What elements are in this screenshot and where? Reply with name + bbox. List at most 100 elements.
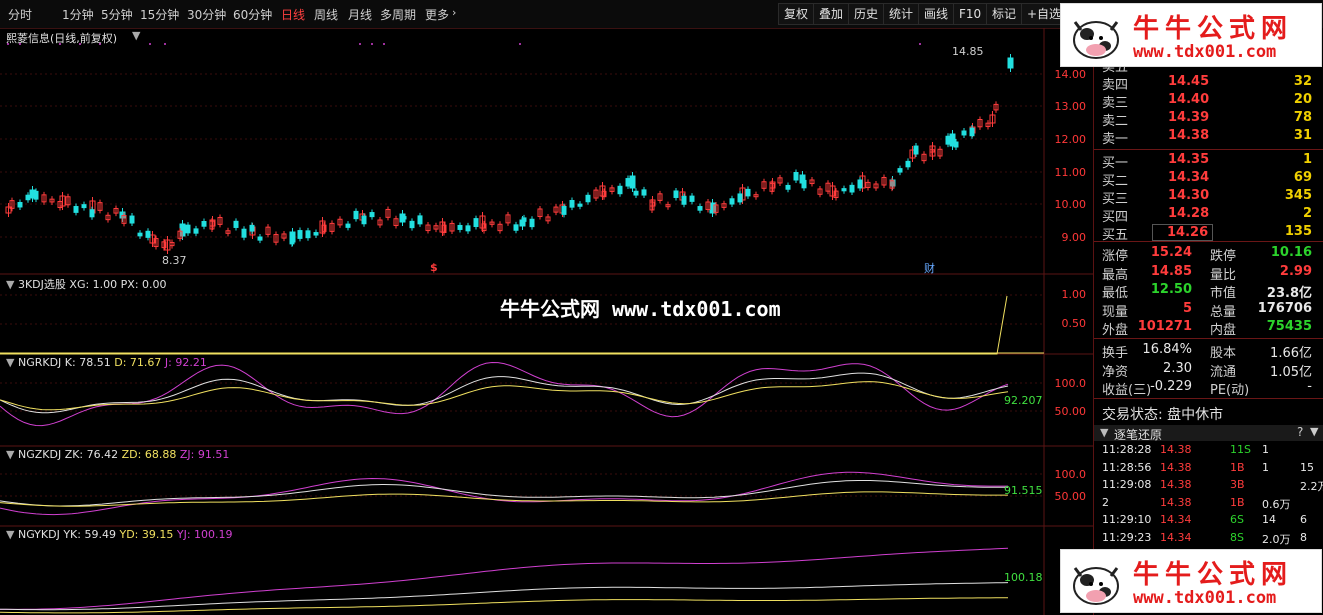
period-weekly[interactable]: 周线 bbox=[314, 6, 338, 23]
chevron-down-icon[interactable]: ▼ bbox=[6, 448, 14, 461]
bid-row[interactable]: 买四 14.28 2 bbox=[1102, 206, 1312, 225]
panel-ngykdj-title[interactable]: ▼ NGYKDJ YK: 59.49 YD: 39.15 YJ: 100.19 bbox=[6, 528, 233, 541]
bid-volume: 1 bbox=[1302, 152, 1312, 167]
period-multi[interactable]: 多周期 bbox=[380, 6, 416, 23]
ask-row[interactable]: 卖三 14.40 20 bbox=[1102, 92, 1312, 111]
panel2-current-value: 92.207 bbox=[1004, 394, 1043, 407]
ticks-header[interactable]: ▼ 逐笔还原 ? ▼ bbox=[1094, 425, 1323, 442]
candle-body bbox=[129, 215, 135, 224]
quote-value: 15.24 bbox=[1150, 245, 1192, 260]
finance-marker[interactable]: 财 bbox=[924, 260, 935, 276]
period-monthly[interactable]: 月线 bbox=[348, 6, 372, 23]
quote-label: 跌停 bbox=[1210, 249, 1237, 264]
candle-body bbox=[897, 168, 903, 173]
tick-row[interactable]: 11:28:28 14.38 11S 1 bbox=[1102, 443, 1323, 461]
finance-row: 收益(三) -0.229 PE(动) - bbox=[1102, 379, 1312, 398]
period-15min[interactable]: 15分钟 bbox=[140, 6, 179, 23]
candle-body bbox=[193, 228, 199, 234]
finance-value: 1.05亿 bbox=[1270, 364, 1312, 380]
mark-button[interactable]: 标记 bbox=[986, 3, 1023, 25]
panel-3kdj-title[interactable]: ▼ 3KDJ选股 XG: 1.00 PX: 0.00 bbox=[6, 276, 167, 292]
quote-row: 涨停 15.24 跌停 10.16 bbox=[1102, 245, 1312, 264]
panel-ngrkdj-title[interactable]: ▼ NGRKDJ K: 78.51 D: 71.67 J: 92.21 bbox=[6, 356, 207, 369]
event-dot bbox=[149, 43, 151, 45]
finance-label: PE(动) bbox=[1210, 383, 1250, 398]
tick-row[interactable]: 11:28:56 14.38 1B 1 15 bbox=[1102, 461, 1323, 479]
period-60min[interactable]: 60分钟 bbox=[233, 6, 272, 23]
yd-line bbox=[0, 597, 1009, 614]
dividend-marker[interactable]: $ bbox=[430, 261, 438, 274]
candle-body bbox=[17, 201, 23, 208]
candle-body bbox=[857, 179, 863, 189]
bid-label: 买一 bbox=[1102, 156, 1129, 171]
bid-row[interactable]: 买三 14.30 345 bbox=[1102, 188, 1312, 207]
ask-row[interactable]: 卖四 14.45 32 bbox=[1102, 74, 1312, 93]
chevron-down-icon[interactable]: ▼ bbox=[132, 29, 140, 42]
ask-price: 14.45 bbox=[1168, 74, 1210, 89]
candle-body bbox=[289, 238, 295, 245]
tick-row[interactable]: 11:29:23 14.34 8S 2.0万 8 bbox=[1102, 531, 1323, 549]
period-intraday[interactable]: 分时 bbox=[8, 6, 32, 23]
f10-button[interactable]: F10 bbox=[953, 3, 988, 25]
bid-row[interactable]: 买一 14.35 1 bbox=[1102, 152, 1312, 171]
candle-body bbox=[697, 206, 703, 211]
quote-label: 外盘 bbox=[1102, 323, 1129, 338]
candle-body bbox=[969, 127, 975, 137]
tick-price: 14.38 bbox=[1160, 460, 1192, 474]
candle-body bbox=[629, 175, 636, 189]
history-button[interactable]: 历史 bbox=[848, 3, 885, 25]
chevron-right-icon[interactable]: › bbox=[452, 6, 456, 19]
ask-volume: 20 bbox=[1293, 92, 1312, 107]
overlay-button[interactable]: 叠加 bbox=[813, 3, 850, 25]
period-1min[interactable]: 1分钟 bbox=[62, 6, 94, 23]
ask-row[interactable]: 卖二 14.39 78 bbox=[1102, 110, 1312, 129]
chevron-down-icon[interactable]: ▼ bbox=[6, 278, 14, 291]
stock-title[interactable]: 熙菱信息(日线,前复权) bbox=[6, 30, 117, 46]
candle-body bbox=[737, 193, 743, 203]
zj-line bbox=[0, 471, 1008, 516]
ask-row[interactable]: 卖一 14.38 31 bbox=[1102, 128, 1312, 147]
pin-icon[interactable]: ▼ bbox=[1310, 425, 1318, 438]
panel-ngzkdj-title[interactable]: ▼ NGZKDJ ZK: 76.42 ZD: 68.88 ZJ: 91.51 bbox=[6, 448, 229, 461]
period-daily[interactable]: 日线 bbox=[281, 6, 305, 23]
tick-time: 11:29:23 bbox=[1102, 530, 1152, 544]
price-tick: 14.00 bbox=[1054, 68, 1087, 81]
period-30min[interactable]: 30分钟 bbox=[187, 6, 226, 23]
tick-row[interactable]: 11:29:08 14.38 3B 2.2万 bbox=[1102, 478, 1323, 496]
finance-label: 股本 bbox=[1210, 346, 1237, 361]
candle-body bbox=[905, 160, 911, 168]
tick-row[interactable]: 2 14.38 1B 0.6万 bbox=[1102, 496, 1323, 514]
period-more[interactable]: 更多 bbox=[425, 6, 449, 23]
help-icon[interactable]: ? bbox=[1297, 425, 1303, 439]
candle-body bbox=[145, 230, 151, 238]
tick-count: 1 bbox=[1262, 443, 1269, 456]
chevron-down-icon[interactable]: ▼ bbox=[1100, 426, 1108, 439]
finance-row: 换手 16.84% 股本 1.66亿 bbox=[1102, 342, 1312, 361]
restore-rights-button[interactable]: 复权 bbox=[778, 3, 815, 25]
candle-body bbox=[689, 195, 695, 202]
candle-body bbox=[913, 145, 919, 155]
candle-body bbox=[577, 203, 583, 207]
tick-price: 14.34 bbox=[1160, 513, 1192, 526]
event-dot bbox=[919, 43, 921, 45]
stats-button[interactable]: 统计 bbox=[883, 3, 920, 25]
ask-label: 卖四 bbox=[1102, 78, 1129, 93]
tick-price: 14.34 bbox=[1160, 530, 1192, 544]
tick-count: 0.6万 bbox=[1262, 497, 1291, 511]
candle-body bbox=[961, 130, 967, 136]
tick-row[interactable]: 11:29:10 14.34 6S 14 6 bbox=[1102, 513, 1323, 531]
ask-volume: 32 bbox=[1293, 74, 1312, 89]
bid-row[interactable]: 买五 14.26 135 bbox=[1102, 224, 1312, 243]
chevron-down-icon[interactable]: ▼ bbox=[6, 528, 14, 541]
candle-body bbox=[417, 215, 423, 225]
panel2-tick: 50.00 bbox=[1054, 405, 1087, 418]
bid-row[interactable]: 买二 14.34 69 bbox=[1102, 170, 1312, 189]
draw-line-button[interactable]: 画线 bbox=[918, 3, 955, 25]
bid-price: 14.28 bbox=[1168, 206, 1210, 221]
chevron-down-icon[interactable]: ▼ bbox=[6, 356, 14, 369]
candle-body bbox=[185, 224, 191, 234]
candle-body bbox=[633, 190, 639, 196]
event-dot bbox=[519, 43, 521, 45]
quote-label: 现量 bbox=[1102, 304, 1129, 320]
period-5min[interactable]: 5分钟 bbox=[101, 6, 133, 23]
